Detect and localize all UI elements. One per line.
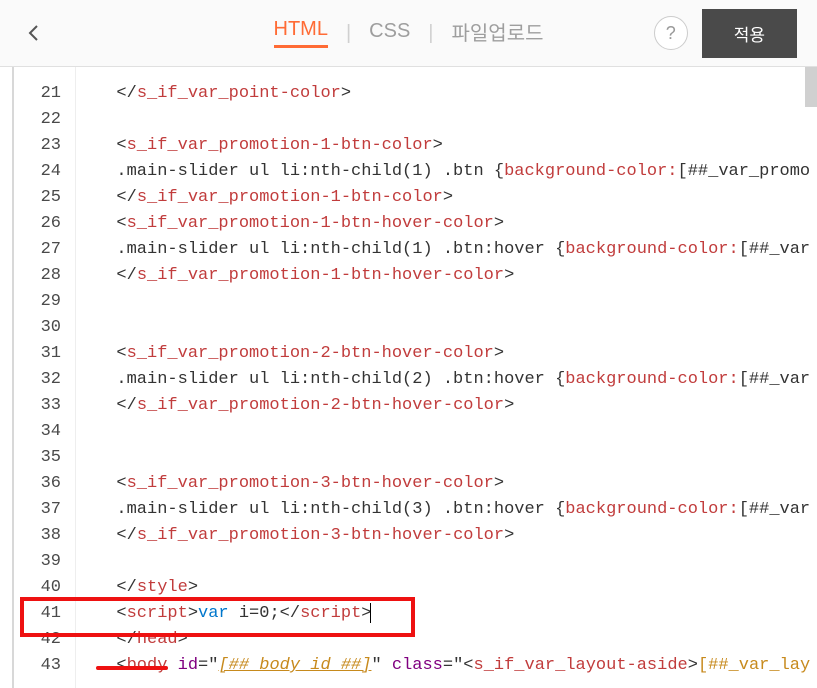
code-line[interactable]: </head>	[76, 627, 817, 653]
code-line[interactable]: <body id="[##_body_id_##]" class="<s_if_…	[76, 653, 817, 679]
line-number: 35	[14, 445, 61, 471]
code-line[interactable]: <s_if_var_promotion-3-btn-hover-color>	[76, 471, 817, 497]
line-number: 30	[14, 315, 61, 341]
tab-separator: |	[346, 22, 351, 45]
line-number: 36	[14, 471, 61, 497]
line-number: 25	[14, 185, 61, 211]
code-area[interactable]: </s_if_var_point-color> <s_if_var_promot…	[76, 67, 817, 688]
back-arrow-icon	[23, 21, 47, 45]
code-line[interactable]: </s_if_var_point-color>	[76, 81, 817, 107]
editor-header: HTML | CSS | 파일업로드 ? 적용	[0, 0, 817, 67]
code-line[interactable]: <script>var i=0;</script>	[76, 601, 817, 627]
code-line[interactable]: .main-slider ul li:nth-child(1) .btn {ba…	[76, 159, 817, 185]
line-number: 24	[14, 159, 61, 185]
tab-file-upload[interactable]: 파일업로드	[451, 17, 543, 50]
line-number: 28	[14, 263, 61, 289]
line-number: 41	[14, 601, 61, 627]
help-button[interactable]: ?	[654, 16, 688, 50]
line-number: 22	[14, 107, 61, 133]
line-number: 38	[14, 523, 61, 549]
line-number: 27	[14, 237, 61, 263]
tab-bar: HTML | CSS | 파일업로드	[274, 17, 544, 50]
code-line[interactable]	[76, 419, 817, 445]
line-number: 42	[14, 627, 61, 653]
code-line[interactable]: .main-slider ul li:nth-child(1) .btn:hov…	[76, 237, 817, 263]
code-line[interactable]: </s_if_var_promotion-3-btn-hover-color>	[76, 523, 817, 549]
code-line[interactable]	[76, 549, 817, 575]
line-number: 39	[14, 549, 61, 575]
tab-css[interactable]: CSS	[369, 20, 410, 47]
line-number: 33	[14, 393, 61, 419]
line-number: 21	[14, 81, 61, 107]
code-line[interactable]	[76, 107, 817, 133]
line-number: 34	[14, 419, 61, 445]
line-number: 29	[14, 289, 61, 315]
code-line[interactable]: </s_if_var_promotion-2-btn-hover-color>	[76, 393, 817, 419]
code-editor[interactable]: 2122232425262728293031323334353637383940…	[12, 67, 817, 688]
header-right-controls: ? 적용	[654, 9, 797, 58]
code-line[interactable]: </style>	[76, 575, 817, 601]
code-line[interactable]	[76, 315, 817, 341]
line-number: 37	[14, 497, 61, 523]
apply-button[interactable]: 적용	[702, 9, 797, 58]
code-line[interactable]: </s_if_var_promotion-1-btn-color>	[76, 185, 817, 211]
code-line[interactable]	[76, 289, 817, 315]
line-number: 31	[14, 341, 61, 367]
line-number: 32	[14, 367, 61, 393]
line-number: 26	[14, 211, 61, 237]
line-number-gutter: 2122232425262728293031323334353637383940…	[14, 67, 76, 688]
code-line[interactable]: <s_if_var_promotion-2-btn-hover-color>	[76, 341, 817, 367]
tab-separator: |	[428, 22, 433, 45]
code-line[interactable]: <s_if_var_promotion-1-btn-hover-color>	[76, 211, 817, 237]
code-line[interactable]: <s_if_var_promotion-1-btn-color>	[76, 133, 817, 159]
code-line[interactable]: .main-slider ul li:nth-child(3) .btn:hov…	[76, 497, 817, 523]
code-line[interactable]	[76, 445, 817, 471]
tab-html[interactable]: HTML	[274, 18, 328, 48]
back-button[interactable]	[20, 18, 50, 48]
code-line[interactable]: .main-slider ul li:nth-child(2) .btn:hov…	[76, 367, 817, 393]
line-number: 23	[14, 133, 61, 159]
code-line[interactable]: </s_if_var_promotion-1-btn-hover-color>	[76, 263, 817, 289]
line-number: 43	[14, 653, 61, 679]
vertical-scrollbar[interactable]	[805, 67, 817, 107]
line-number: 40	[14, 575, 61, 601]
text-cursor	[370, 603, 371, 623]
